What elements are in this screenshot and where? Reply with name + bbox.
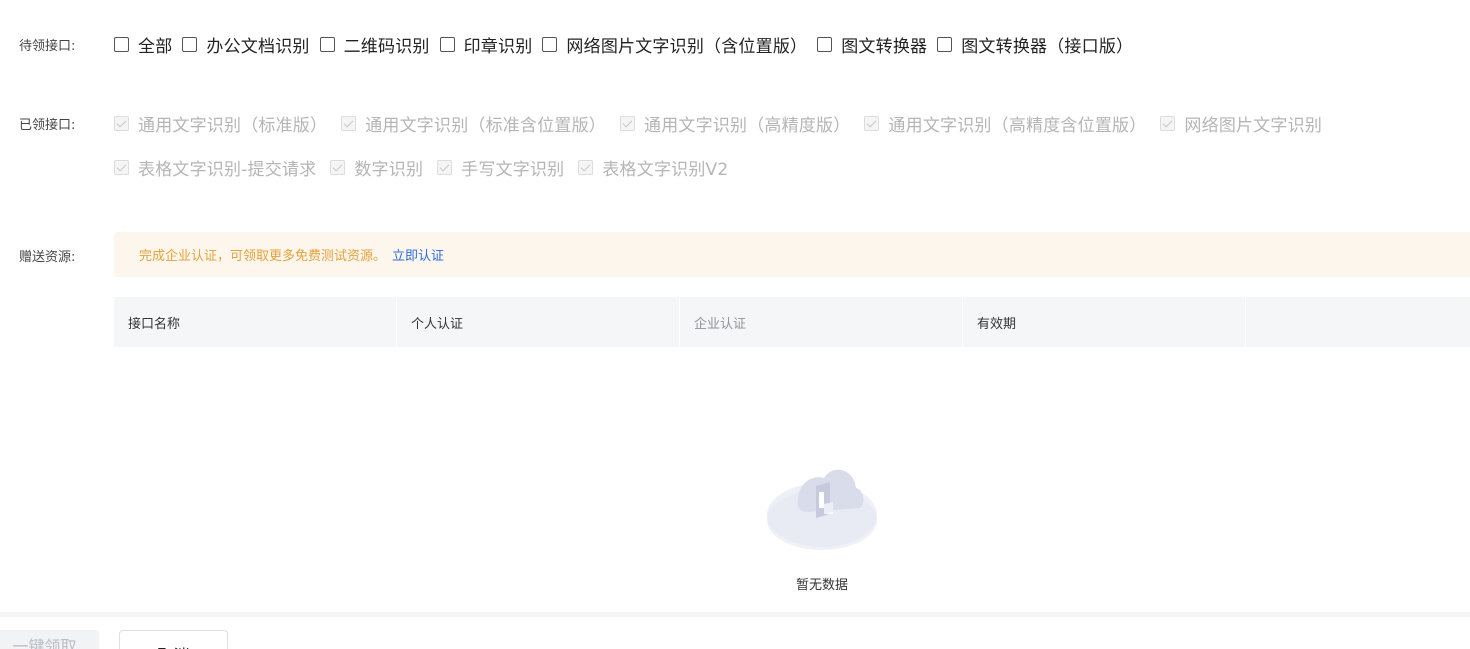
checkbox-label: 办公文档识别 — [206, 37, 310, 57]
pending-apis-list: 全部 办公文档识别 二维码识别 印章识别 网络图片文字识别（含位置版） 图文转换… — [114, 32, 1143, 57]
gift-resources-label: 赠送资源: — [19, 250, 76, 265]
checkbox-label: 数字识别 — [354, 160, 424, 180]
column-header-empty — [1246, 297, 1470, 347]
checkbox-label: 图文转换器 — [841, 37, 928, 57]
checkbox-box[interactable] — [114, 37, 129, 52]
checkbox-general-ocr-standard-position: 通用文字识别（标准含位置版） — [341, 111, 606, 136]
verification-notice: 完成企业认证，可领取更多免费测试资源。 立即认证 — [114, 232, 1470, 277]
checkbox-table-ocr-submit: 表格文字识别-提交请求 — [114, 155, 316, 180]
cancel-button[interactable]: 取消 — [119, 630, 228, 649]
checkbox-label: 网络图片文字识别 — [1184, 116, 1323, 136]
checkbox-handwriting-ocr: 手写文字识别 — [437, 155, 564, 180]
checkbox-box[interactable] — [182, 37, 198, 52]
checkbox-label: 通用文字识别（标准版） — [138, 116, 328, 136]
checkbox-box-checked — [578, 160, 594, 175]
checkbox-label: 通用文字识别（标准含位置版） — [365, 116, 607, 136]
column-header-api-name: 接口名称 — [114, 297, 397, 347]
checkbox-box-checked — [114, 160, 129, 175]
checkbox-label: 二维码识别 — [343, 37, 430, 57]
checkbox-general-ocr-accurate: 通用文字识别（高精度版） — [620, 111, 850, 136]
notice-text: 完成企业认证，可领取更多免费测试资源。 — [139, 249, 387, 264]
checkbox-label: 全部 — [138, 37, 173, 57]
checkbox-label: 网络图片文字识别（含位置版） — [566, 37, 808, 57]
checkbox-box[interactable] — [319, 37, 335, 52]
checkbox-label: 表格文字识别V2 — [602, 160, 729, 180]
checkbox-box-checked — [1160, 116, 1176, 131]
checkbox-number-ocr: 数字识别 — [330, 155, 423, 180]
claimed-apis-row-2: 表格文字识别-提交请求 数字识别 手写文字识别 表格文字识别V2 — [114, 155, 742, 180]
footer-divider — [0, 612, 1470, 617]
checkbox-label: 通用文字识别（高精度含位置版） — [888, 116, 1147, 136]
checkbox-label: 图文转换器（接口版） — [961, 37, 1134, 57]
checkbox-seal-ocr[interactable]: 印章识别 — [439, 32, 533, 57]
checkbox-image-text-converter-api[interactable]: 图文转换器（接口版） — [937, 32, 1133, 57]
empty-cloud-icon — [767, 469, 877, 550]
empty-state: 暂无数据 — [760, 462, 884, 593]
pending-apis-label: 待领接口: — [19, 39, 76, 54]
checkbox-web-image-ocr: 网络图片文字识别 — [1160, 111, 1322, 136]
resources-table: 接口名称 个人认证 企业认证 有效期 — [114, 297, 1470, 347]
checkbox-label: 通用文字识别（高精度版） — [644, 116, 851, 136]
empty-text: 暂无数据 — [795, 578, 848, 593]
checkbox-web-image-ocr-position[interactable]: 网络图片文字识别（含位置版） — [542, 32, 807, 57]
checkbox-box-checked — [114, 116, 129, 131]
column-header-enterprise-verification: 企业认证 — [680, 297, 963, 347]
checkbox-box[interactable] — [937, 37, 953, 52]
checkbox-box[interactable] — [542, 37, 558, 52]
checkbox-box[interactable] — [817, 37, 833, 52]
checkbox-box-checked — [620, 116, 636, 131]
checkbox-general-ocr-accurate-position: 通用文字识别（高精度含位置版） — [864, 111, 1146, 136]
table-header: 接口名称 个人认证 企业认证 有效期 — [114, 297, 1470, 347]
checkbox-box-checked — [437, 160, 453, 175]
checkbox-table-ocr-v2: 表格文字识别V2 — [578, 155, 728, 180]
column-header-validity: 有效期 — [963, 297, 1246, 347]
checkbox-label: 表格文字识别-提交请求 — [138, 160, 317, 180]
checkbox-box-checked — [341, 116, 357, 131]
checkbox-label: 印章识别 — [463, 37, 533, 57]
claimed-apis-label: 已领接口: — [19, 118, 76, 133]
checkbox-qrcode-ocr[interactable]: 二维码识别 — [319, 32, 430, 57]
checkbox-label: 手写文字识别 — [461, 160, 565, 180]
verify-now-link[interactable]: 立即认证 — [392, 245, 444, 264]
column-header-personal-verification: 个人认证 — [397, 297, 680, 347]
checkbox-box-checked — [864, 116, 880, 131]
claimed-apis-row-1: 通用文字识别（标准版） 通用文字识别（标准含位置版） 通用文字识别（高精度版） … — [114, 111, 1336, 136]
checkbox-office-doc-ocr[interactable]: 办公文档识别 — [182, 32, 309, 57]
claim-all-button[interactable]: 一键领取 — [0, 630, 99, 649]
checkbox-box-checked — [330, 160, 346, 175]
claim-api-dialog: 待领接口: 全部 办公文档识别 二维码识别 印章识别 网络图片文字识别（含位置版… — [0, 0, 1470, 649]
checkbox-all[interactable]: 全部 — [114, 32, 172, 57]
checkbox-image-text-converter[interactable]: 图文转换器 — [817, 32, 927, 57]
checkbox-general-ocr-standard: 通用文字识别（标准版） — [114, 111, 327, 136]
checkbox-box[interactable] — [439, 37, 455, 52]
